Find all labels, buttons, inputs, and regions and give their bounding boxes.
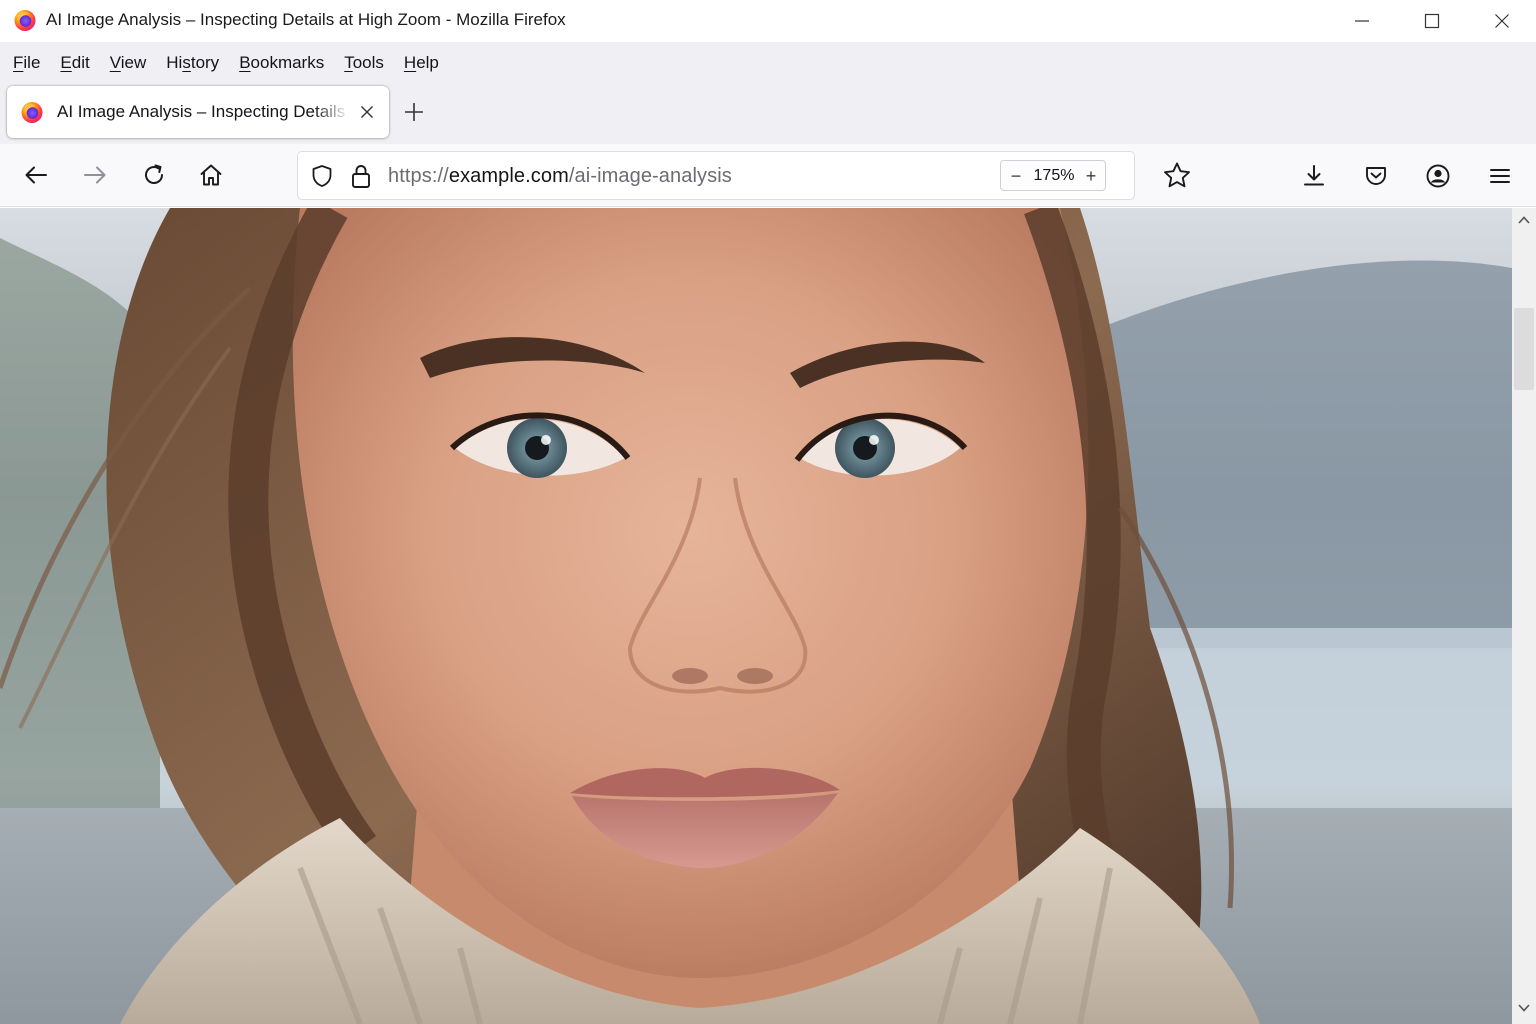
vertical-scrollbar[interactable] — [1512, 208, 1536, 1024]
forward-button[interactable] — [78, 158, 112, 192]
menu-view-mnemonic: V — [109, 53, 121, 72]
close-icon — [1495, 14, 1509, 28]
close-icon — [361, 106, 373, 118]
reload-button[interactable] — [137, 158, 171, 192]
reload-icon — [145, 164, 163, 184]
menu-history-label: tory — [190, 53, 220, 72]
window-title: AI Image Analysis – Inspecting Details a… — [46, 10, 566, 29]
scroll-down-button[interactable] — [1516, 1000, 1532, 1016]
hamburger-menu-icon — [1490, 169, 1510, 183]
menu-view[interactable]: View — [100, 48, 157, 78]
menu-edit[interactable]: Edit — [50, 48, 99, 78]
app-menu-button[interactable] — [1484, 160, 1516, 192]
page-content — [0, 208, 1512, 1024]
chevron-up-icon — [1518, 216, 1530, 224]
zoom-control: − 175% + — [1000, 160, 1106, 191]
download-icon — [1304, 165, 1324, 186]
menu-tools[interactable]: Tools — [334, 48, 394, 78]
tab-strip: AI Image Analysis – Inspecting Details — [0, 84, 1536, 144]
account-icon — [1426, 164, 1450, 188]
scrollbar-thumb[interactable] — [1514, 308, 1534, 390]
home-icon — [200, 164, 222, 186]
menu-file[interactable]: File — [3, 48, 50, 78]
menu-tools-mnemonic: T — [344, 53, 353, 72]
forward-arrow-icon — [84, 166, 106, 184]
tab-title: AI Image Analysis – Inspecting Details — [57, 102, 346, 121]
maximize-button[interactable] — [1397, 0, 1467, 42]
url-scheme: https:// — [388, 165, 449, 187]
back-button[interactable] — [19, 158, 53, 192]
menu-bookmarks-mnemonic: B — [239, 53, 251, 72]
window-titlebar: AI Image Analysis – Inspecting Details a… — [0, 0, 1536, 42]
zoom-out-button[interactable]: − — [1006, 165, 1026, 187]
menu-edit-mnemonic: E — [60, 53, 72, 72]
firefox-logo-icon — [14, 10, 36, 31]
chevron-down-icon — [1518, 1004, 1530, 1012]
menu-file-mnemonic: F — [13, 53, 24, 72]
bookmark-star-icon[interactable] — [1161, 160, 1193, 192]
downloads-button[interactable] — [1298, 160, 1330, 192]
menu-help[interactable]: Help — [394, 48, 449, 78]
lock-icon[interactable] — [349, 163, 373, 189]
plus-icon — [405, 103, 423, 121]
portrait-image — [0, 208, 1512, 1024]
zoom-level[interactable]: 175% — [1029, 167, 1079, 185]
firefox-favicon-icon — [21, 102, 43, 123]
tracking-shield-icon[interactable] — [310, 164, 334, 188]
menu-file-label: ile — [23, 53, 41, 72]
menu-bar: File Edit View History Bookmarks Tools H… — [0, 42, 1536, 84]
zoom-in-button[interactable]: + — [1081, 165, 1101, 187]
menu-history[interactable]: History — [156, 48, 229, 78]
minimize-button[interactable] — [1327, 0, 1397, 42]
url-path: /ai-image-analysis — [568, 165, 732, 187]
url-host: example.com — [448, 165, 569, 187]
tab-active[interactable]: AI Image Analysis – Inspecting Details — [7, 86, 389, 138]
account-button[interactable] — [1422, 160, 1454, 192]
navigation-toolbar: https://example.com/ai-image-analysis − … — [0, 144, 1536, 207]
menu-tools-label: ools — [352, 53, 384, 72]
tab-close-button[interactable] — [355, 100, 379, 124]
url-bar[interactable]: https://example.com/ai-image-analysis − … — [297, 151, 1135, 200]
menu-edit-label: dit — [71, 53, 90, 72]
new-tab-button[interactable] — [400, 98, 428, 126]
home-button[interactable] — [194, 158, 228, 192]
maximize-icon — [1424, 13, 1440, 29]
back-arrow-icon — [25, 166, 47, 184]
pocket-button[interactable] — [1360, 160, 1392, 192]
close-window-button[interactable] — [1467, 0, 1536, 42]
menu-bookmarks-label: ookmarks — [250, 53, 325, 72]
menu-help-mnemonic: H — [403, 53, 417, 72]
minimize-icon — [1355, 20, 1369, 22]
pocket-icon — [1366, 167, 1386, 185]
menu-view-label: iew — [120, 53, 147, 72]
scroll-up-button[interactable] — [1516, 212, 1532, 228]
menu-bookmarks[interactable]: Bookmarks — [229, 48, 334, 78]
url-text[interactable]: https://example.com/ai-image-analysis — [388, 165, 732, 188]
menu-help-label: elp — [416, 53, 439, 72]
menu-history-label-pre: Hi — [166, 53, 183, 72]
menu-history-mnemonic: s — [182, 53, 191, 72]
